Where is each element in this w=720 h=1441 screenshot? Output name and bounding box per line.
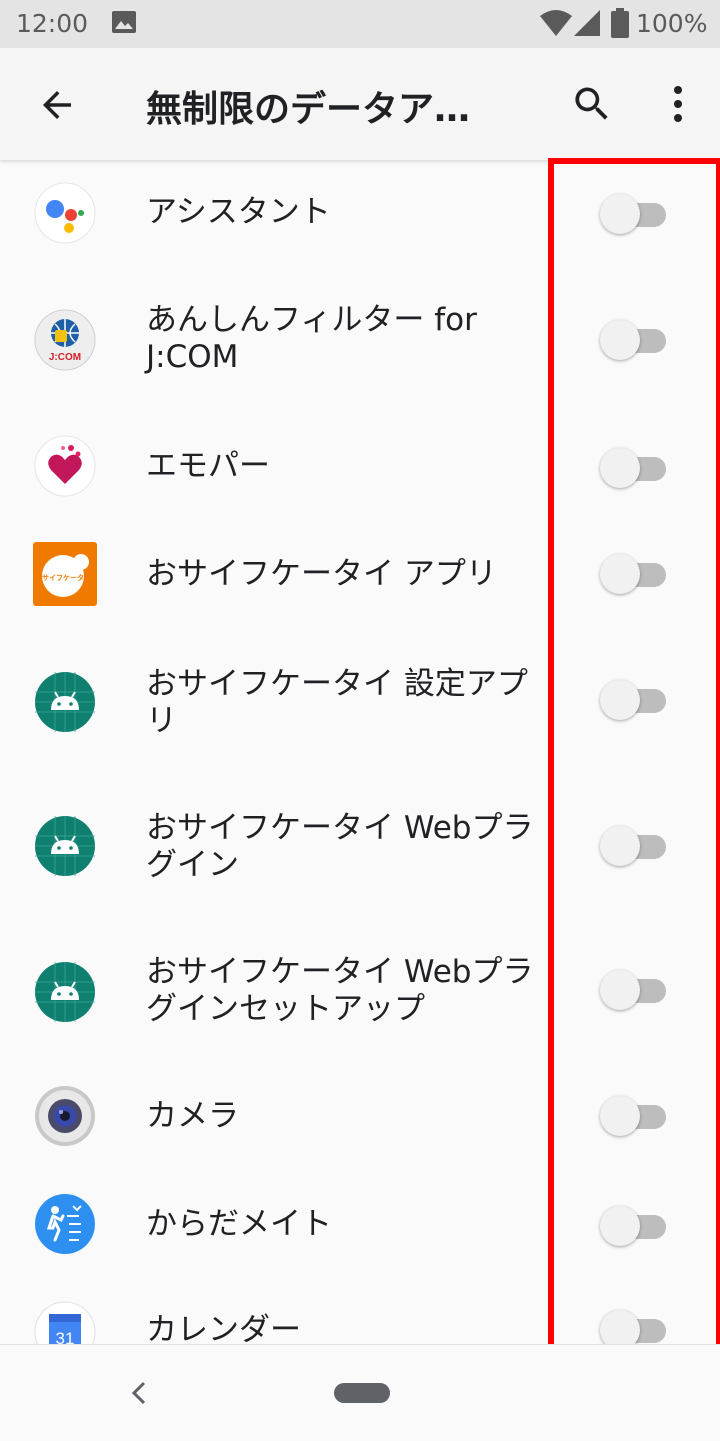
nav-back-icon[interactable]: [126, 1379, 154, 1407]
app-name: おサイフケータイ Webプラグインセットアップ: [146, 954, 534, 1027]
navigation-bar: [0, 1344, 720, 1441]
list-item[interactable]: からだメイト: [0, 1184, 720, 1290]
unrestricted-data-toggle[interactable]: [600, 552, 670, 596]
list-item[interactable]: おサイフケータイ おサイフケータイ アプリ: [0, 520, 720, 634]
unrestricted-data-toggle[interactable]: [600, 318, 670, 362]
list-item[interactable]: おサイフケータイ 設定アプリ: [0, 634, 720, 778]
unrestricted-data-toggle[interactable]: [600, 192, 670, 236]
list-item[interactable]: おサイフケータイ Webプラグインセットアップ: [0, 924, 720, 1070]
app-name: あんしんフィルター for J:COM: [146, 302, 477, 375]
list-item[interactable]: エモパー: [0, 404, 720, 520]
emopa-heart-icon: [34, 435, 96, 497]
home-pill[interactable]: [334, 1383, 390, 1403]
anshin-filter-icon: J:COM: [34, 309, 96, 371]
android-icon: [35, 962, 95, 1022]
android-icon: [35, 816, 95, 876]
list-item[interactable]: おサイフケータイ Webプラグイン: [0, 778, 720, 924]
google-assistant-icon: [34, 182, 96, 244]
image-icon: [112, 11, 136, 33]
calendar-icon: 31: [34, 1301, 96, 1344]
app-name: おサイフケータイ Webプラグイン: [146, 810, 534, 883]
unrestricted-data-toggle[interactable]: [600, 824, 670, 868]
signal-icon: [574, 10, 600, 36]
unrestricted-data-toggle[interactable]: [600, 1204, 670, 1248]
battery-icon: [611, 8, 629, 38]
unrestricted-data-toggle[interactable]: [600, 678, 670, 722]
osaifu-keitai-icon: おサイフケータイ: [33, 542, 97, 606]
unrestricted-data-toggle[interactable]: [600, 1094, 670, 1138]
anshin-filter-icon-text: J:COM: [49, 352, 81, 363]
page-title: 無制限のデータア…: [146, 89, 471, 130]
unrestricted-data-toggle[interactable]: [600, 446, 670, 490]
calendar-icon-day: 31: [56, 1329, 75, 1344]
back-arrow-icon[interactable]: [36, 84, 78, 126]
app-name: からだメイト: [146, 1206, 332, 1242]
list-item[interactable]: カメラ: [0, 1070, 720, 1184]
unrestricted-data-toggle[interactable]: [600, 1308, 670, 1344]
app-name: おサイフケータイ 設定アプリ: [146, 666, 528, 739]
unrestricted-data-toggle[interactable]: [600, 968, 670, 1012]
app-name: エモパー: [146, 448, 270, 484]
android-icon: [35, 672, 95, 732]
karada-mate-icon: [35, 1194, 95, 1254]
osaifu-keitai-icon-text: おサイフケータイ: [35, 573, 91, 582]
list-item[interactable]: 31 カレンダー: [0, 1290, 720, 1344]
more-vert-icon[interactable]: [664, 82, 692, 126]
app-list: アシスタント J:COM あんしんフィルター for J:COM エモパー おサ…: [0, 160, 720, 1344]
wifi-icon: [540, 10, 572, 36]
app-name: アシスタント: [146, 194, 331, 230]
battery-percent: 100%: [636, 9, 708, 38]
app-name: おサイフケータイ アプリ: [146, 556, 497, 592]
search-icon[interactable]: [570, 82, 614, 126]
status-bar: 12:00 100%: [0, 0, 720, 48]
app-name: カレンダー: [146, 1312, 301, 1344]
list-item[interactable]: アシスタント: [0, 160, 720, 276]
list-item[interactable]: J:COM あんしんフィルター for J:COM: [0, 276, 720, 404]
app-bar: 無制限のデータア…: [0, 48, 720, 160]
status-time: 12:00: [16, 9, 89, 38]
camera-icon: [35, 1086, 95, 1146]
app-name: カメラ: [146, 1098, 239, 1134]
